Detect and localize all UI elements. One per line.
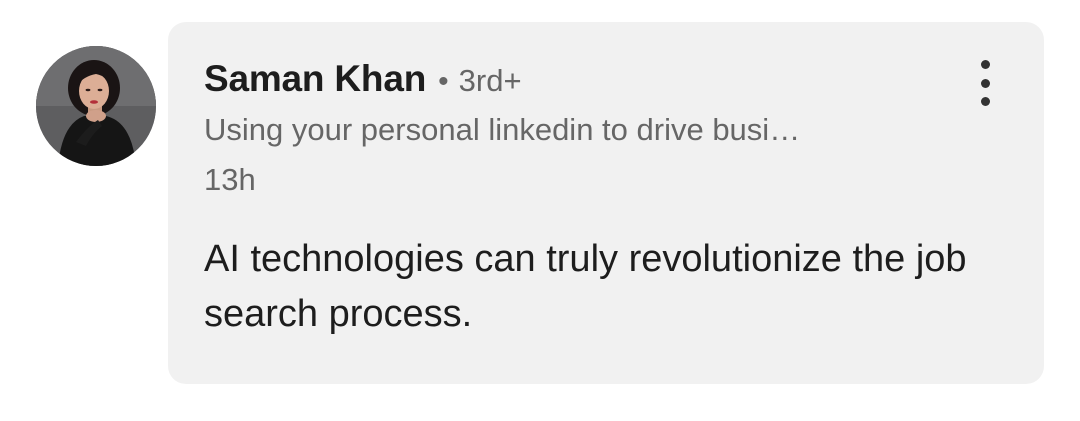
- author-name[interactable]: Saman Khan: [204, 58, 426, 100]
- comment-header: Saman Khan • 3rd+: [204, 58, 522, 100]
- comment-timestamp: 13h: [204, 162, 256, 197]
- profile-photo-icon: [36, 46, 156, 166]
- avatar[interactable]: [36, 46, 156, 166]
- comment-bubble: Saman Khan • 3rd+ Using your personal li…: [168, 22, 1044, 384]
- connection-degree: 3rd+: [458, 63, 522, 98]
- comment-text: AI technologies can truly revolutionize …: [204, 238, 967, 335]
- comment-item: Saman Khan • 3rd+ Using your personal li…: [0, 0, 1080, 421]
- separator-dot: •: [438, 65, 449, 98]
- more-options-button[interactable]: [968, 60, 1002, 106]
- author-headline: Using your personal linkedin to drive bu…: [204, 112, 801, 147]
- more-vertical-icon: [980, 60, 990, 69]
